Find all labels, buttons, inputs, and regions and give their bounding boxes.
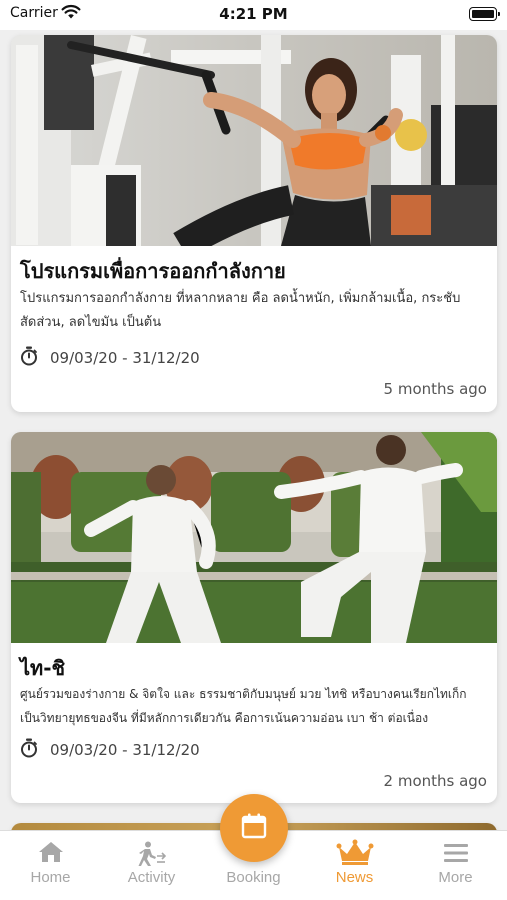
tab-label: Activity [127,869,176,886]
tab-label: More [438,869,473,886]
news-card[interactable]: โปรแกรมเพื่อการออกกำลังกาย โปรแกรมการออก… [11,35,497,412]
tab-label: Home [30,869,71,886]
clock: 4:21 PM [219,5,288,23]
news-description: ศูนย์รวมของร่างกาย & จิตใจ และ ธรรมชาติก… [20,687,467,725]
posted-ago: 2 months ago [383,772,487,790]
news-description: โปรแกรมการออกกำลังกาย ที่หลากหลาย คือ ลด… [20,291,461,330]
tab-home[interactable]: Home [0,831,101,900]
news-feed[interactable]: โปรแกรมเพื่อการออกกำลังกาย โปรแกรมการออก… [0,30,507,830]
activity-icon [138,841,166,871]
tab-more[interactable]: More [405,831,506,900]
stopwatch-icon [20,346,38,370]
home-icon [38,841,64,867]
date-range: 09/03/20 - 31/12/20 [50,349,200,367]
tab-label: News [335,869,374,886]
battery-icon [469,7,500,21]
status-bar: Carrier 4:21 PM [0,0,507,30]
crown-icon [336,839,374,869]
date-range-row: 09/03/20 - 31/12/20 [20,346,200,370]
date-range: 09/03/20 - 31/12/20 [50,741,200,759]
tab-label: Booking [226,869,281,886]
news-card[interactable]: ไท-ชิ ศูนย์รวมของร่างกาย & จิตใจ และ ธรร… [11,432,497,803]
stopwatch-icon [20,738,38,762]
tab-news[interactable]: News [304,831,405,900]
posted-ago: 5 months ago [383,380,487,398]
news-title: โปรแกรมเพื่อการออกกำลังกาย [20,259,286,283]
news-title: ไท-ชิ [20,656,66,680]
menu-icon [443,843,469,867]
tai-chi-photo [11,432,497,643]
tab-activity[interactable]: Activity [101,831,202,900]
gym-workout-photo [11,35,497,246]
calendar-icon [240,812,268,844]
booking-button[interactable] [220,794,288,862]
date-range-row: 09/03/20 - 31/12/20 [20,738,200,762]
